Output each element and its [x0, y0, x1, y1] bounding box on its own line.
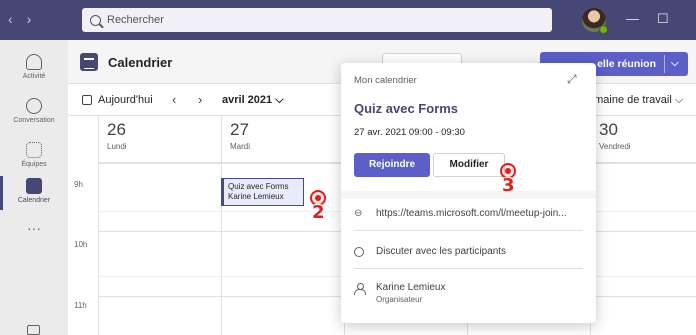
chat-with-participants[interactable]: Discuter avec les participants: [376, 246, 506, 257]
bell-icon: [26, 54, 42, 70]
calendar-name: Mon calendrier: [354, 75, 417, 86]
history-nav: ‹›: [8, 11, 45, 27]
calendar-event[interactable]: Quiz avec Forms Karine Lemieux: [221, 178, 304, 206]
app-rail: Activité Conversation Équipes Calendrier…: [0, 40, 68, 335]
step-marker: 3: [496, 163, 526, 197]
divider: [341, 191, 596, 199]
day-column[interactable]: 26 Lundi: [98, 116, 221, 335]
expand-icon[interactable]: ⤢: [567, 72, 577, 87]
event-title: Quiz avec Forms: [228, 182, 289, 191]
rail-item-activity[interactable]: Activité: [0, 46, 68, 92]
hour-label: 9h: [74, 180, 83, 189]
rail-item-label: Équipes: [21, 161, 47, 168]
view-switcher[interactable]: emaine de travail ⌵: [588, 94, 683, 107]
calendar-app-icon: [80, 53, 98, 71]
presence-status-icon: [599, 25, 608, 34]
day-name: Lundi: [107, 142, 127, 151]
title-bar: ‹› Rechercher — ☐: [0, 0, 696, 40]
day-number: 27: [230, 120, 249, 139]
avatar[interactable]: [582, 8, 608, 34]
next-week-button[interactable]: ›: [198, 92, 202, 107]
divider: [354, 230, 583, 231]
event-title: Quiz avec Forms: [354, 101, 459, 116]
calendar-icon: [26, 178, 42, 194]
page-title: Calendrier: [108, 55, 173, 70]
chat-icon: [354, 247, 364, 257]
previous-week-button[interactable]: ‹: [172, 92, 176, 107]
day-name: Vendredi: [599, 142, 631, 151]
join-button[interactable]: Rejoindre: [354, 153, 430, 177]
event-organizer: Karine Lemieux: [228, 192, 284, 201]
today-label: Aujourd'hui: [98, 94, 153, 106]
more-apps-button[interactable]: ···: [0, 220, 68, 236]
organizer-role: Organisateur: [376, 295, 423, 304]
step-number: 2: [312, 202, 325, 223]
divider: [664, 55, 665, 73]
day-column[interactable]: 27 Mardi: [221, 116, 344, 335]
minimize-button[interactable]: —: [626, 11, 639, 26]
day-number: 26: [107, 120, 126, 139]
event-details-popup: Mon calendrier ⤢ Quiz avec Forms 27 avr.…: [341, 63, 596, 323]
forward-button[interactable]: ›: [27, 11, 46, 27]
step-number: 3: [502, 175, 515, 196]
today-button[interactable]: Aujourd'hui: [82, 94, 153, 106]
link-icon: ⊖: [354, 208, 363, 219]
event-time: 27 avr. 2021 09:00 - 09:30: [354, 127, 465, 138]
search-placeholder: Rechercher: [107, 14, 164, 26]
person-icon: [354, 283, 366, 295]
maximize-button[interactable]: ☐: [657, 11, 669, 27]
teams-icon: [26, 142, 42, 158]
rail-item-label: Activité: [22, 73, 46, 80]
rail-item-label: Conversation: [13, 117, 55, 124]
chevron-down-icon[interactable]: ⌵: [671, 58, 679, 69]
rail-item-chat[interactable]: Conversation: [0, 90, 68, 136]
hour-label: 10h: [74, 240, 88, 249]
search-bar[interactable]: Rechercher: [82, 8, 552, 32]
calendar-today-icon: [82, 95, 92, 105]
step-marker: 2: [306, 190, 336, 224]
search-icon: [90, 14, 101, 26]
apps-icon[interactable]: [27, 325, 40, 335]
hour-label: 11h: [74, 301, 87, 310]
day-column[interactable]: 30 Vendredi: [590, 116, 696, 335]
month-picker[interactable]: avril 2021 ⌵: [222, 94, 284, 107]
organizer-name: Karine Lemieux: [376, 282, 446, 293]
back-button[interactable]: ‹: [8, 11, 27, 27]
edit-button[interactable]: Modifier: [433, 153, 505, 177]
rail-item-calendar[interactable]: Calendrier: [0, 170, 68, 216]
divider: [354, 268, 583, 269]
day-number: 30: [599, 120, 618, 139]
day-name: Mardi: [230, 142, 251, 151]
rail-item-label: Calendrier: [17, 197, 51, 204]
chat-icon: [26, 98, 42, 114]
meeting-link[interactable]: https://teams.microsoft.com/l/meetup-joi…: [376, 208, 567, 219]
